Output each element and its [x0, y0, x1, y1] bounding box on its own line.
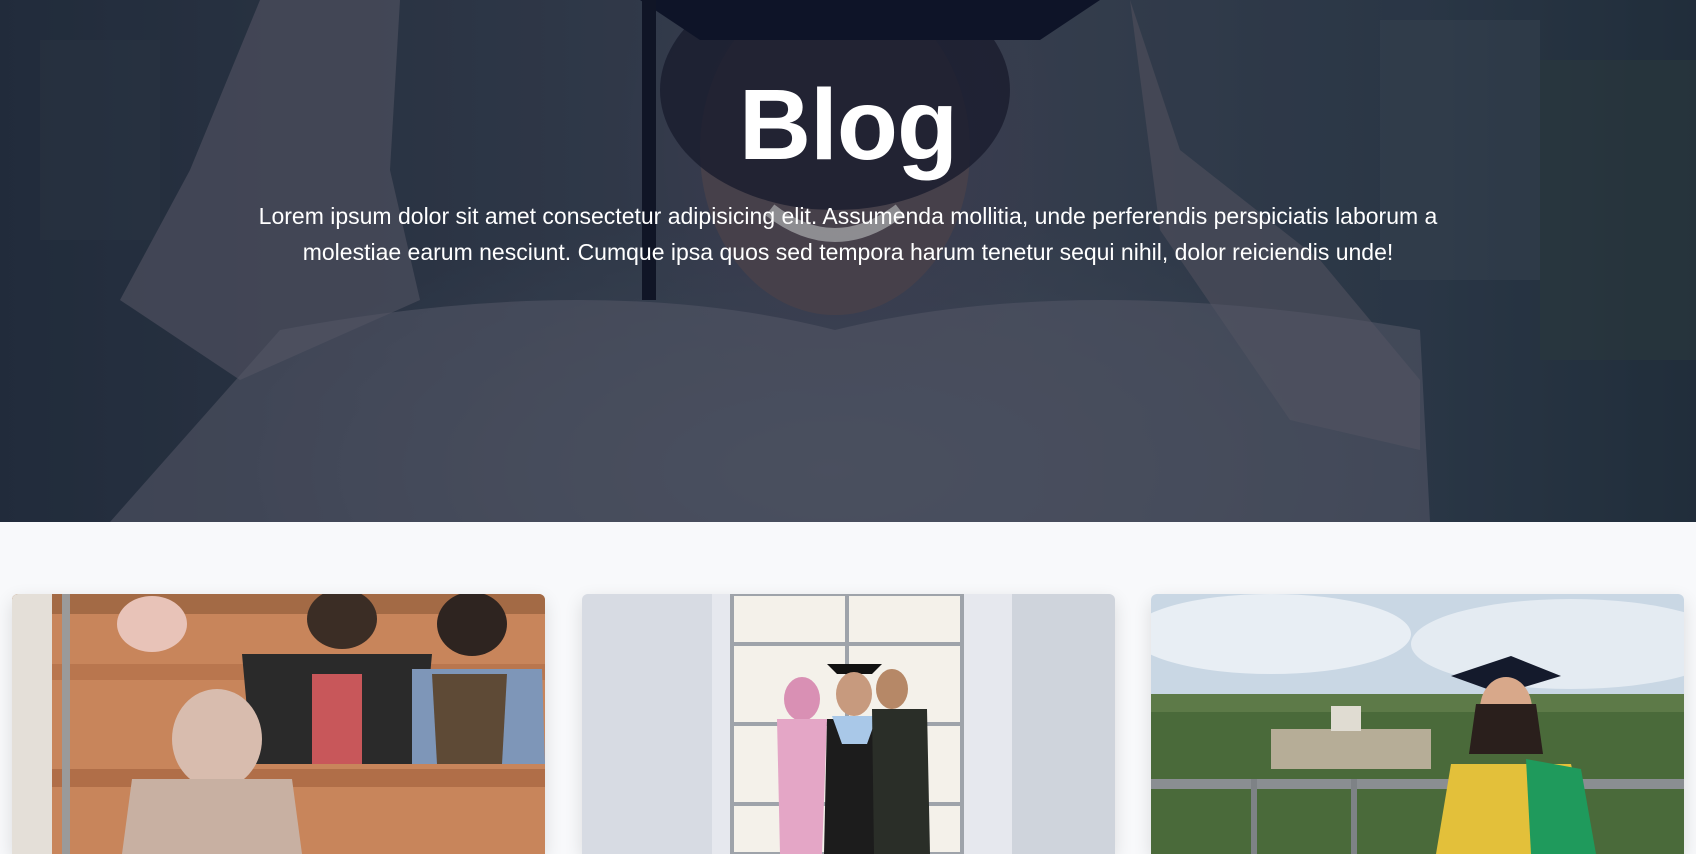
hero-content: Blog Lorem ipsum dolor sit amet consecte…	[0, 70, 1696, 270]
hero-banner: Blog Lorem ipsum dolor sit amet consecte…	[0, 0, 1696, 522]
page-subtitle: Lorem ipsum dolor sit amet consectetur a…	[258, 203, 1438, 265]
graduate-overlooking-city-photo	[1151, 594, 1684, 854]
blog-post-grid	[0, 594, 1696, 854]
page-title: Blog	[738, 69, 958, 181]
graduate-with-parents-photo	[582, 594, 1115, 854]
students-in-lecture-hall-photo	[12, 594, 545, 854]
blog-post-card[interactable]	[1151, 594, 1684, 854]
blog-post-card[interactable]	[582, 594, 1115, 854]
blog-post-card[interactable]	[12, 594, 545, 854]
